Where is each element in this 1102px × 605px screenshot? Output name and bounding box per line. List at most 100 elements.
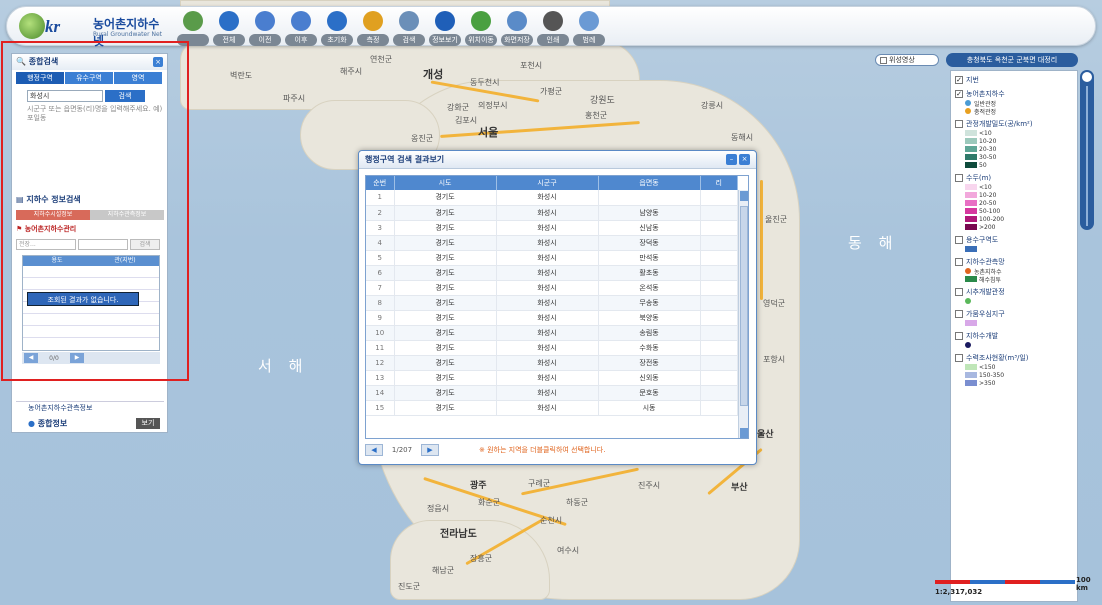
table-row[interactable]: 7 경기도 화성시 온석동 <box>366 280 739 296</box>
legend-layer-toggle[interactable]: 지하수개발 <box>955 330 1077 341</box>
toolbar-button-2[interactable]: 이전 <box>247 9 283 46</box>
table-row[interactable]: 13 경기도 화성시 신외동 <box>366 370 739 386</box>
map-icon <box>183 11 203 31</box>
checkbox-icon[interactable] <box>955 257 963 266</box>
legend-layer-toggle[interactable]: 가뭄우심지구 <box>955 308 1077 319</box>
map-label-place: 전라남도 <box>440 529 477 540</box>
toolbar-button-10[interactable]: 인쇄 <box>535 9 571 46</box>
next-page-button[interactable]: ▶ <box>421 444 439 456</box>
table-cell: 문호동 <box>598 385 701 401</box>
map-label-place: 강릉시 <box>701 101 724 110</box>
table-cell <box>598 190 701 206</box>
table-header-cell[interactable]: 시군구 <box>496 176 599 190</box>
table-row[interactable]: 11 경기도 화성시 수화동 <box>366 340 739 356</box>
table-row[interactable]: 14 경기도 화성시 문호동 <box>366 385 739 401</box>
checkbox-icon[interactable] <box>955 287 963 296</box>
legend-layer-toggle[interactable]: 용수구역도 <box>955 234 1077 245</box>
table-row[interactable]: 9 경기도 화성시 북양동 <box>366 310 739 326</box>
table-header-cell[interactable]: 순번 <box>366 176 395 190</box>
table-cell <box>700 235 739 251</box>
table-body: 1 경기도 화성시 2 경기도 화성시 남양동 3 경기도 화성시 신남동 4 경기도 화성시 장덕동 5 경기… <box>366 190 739 416</box>
globe-icon <box>219 11 239 31</box>
table-row[interactable]: 1 경기도 화성시 <box>366 190 739 206</box>
legend-layer-toggle[interactable]: 관정개발밀도(공/km²) <box>955 118 1077 129</box>
table-row[interactable]: 4 경기도 화성시 장덕동 <box>366 235 739 251</box>
table-header-row: 순번 시도 시군구 읍면동 리 <box>366 176 739 190</box>
checkbox-icon[interactable] <box>955 331 963 340</box>
table-row[interactable]: 10 경기도 화성시 송림동 <box>366 325 739 341</box>
toolbar-button-8[interactable]: 위치이동 <box>463 9 499 46</box>
table-row[interactable]: 3 경기도 화성시 신남동 <box>366 220 739 236</box>
toolbar-button-0[interactable] <box>175 9 211 46</box>
map-label-place: 울산 <box>757 430 774 440</box>
table-cell <box>700 340 739 356</box>
zoom-slider[interactable] <box>1080 70 1094 230</box>
table-scrollbar[interactable] <box>738 190 748 438</box>
legend-layer-toggle[interactable]: 수두(m) <box>955 172 1077 183</box>
table-cell: 11 <box>366 340 395 356</box>
table-header-cell[interactable]: 읍면동 <box>598 176 701 190</box>
scroll-down-icon[interactable] <box>740 428 748 438</box>
toolbar-buttons: 전체 이전 이후 초기화 측정 검색 정보보기 위치이동 화면저장 인쇄 범례 <box>175 9 607 46</box>
checkbox-icon[interactable] <box>955 119 963 128</box>
prev-page-button[interactable]: ◀ <box>365 444 383 456</box>
legend-layer-toggle[interactable]: 지하수관측망 <box>955 256 1077 267</box>
checkbox-icon[interactable] <box>955 353 963 362</box>
map-label-place: 가평군 <box>540 87 563 96</box>
table-cell: 신남동 <box>598 220 701 236</box>
satellite-toggle[interactable]: 위성영상 <box>875 54 939 66</box>
scale-bar <box>935 580 1075 584</box>
table-row[interactable]: 8 경기도 화성시 무송동 <box>366 295 739 311</box>
map-label-place: 의정부시 <box>478 101 508 110</box>
legend-swatch <box>965 380 977 386</box>
view-button[interactable]: 보기 <box>136 418 160 429</box>
legend-layer-toggle[interactable]: ✓ 지번 <box>955 74 1077 85</box>
toolbar-button-3[interactable]: 이후 <box>283 9 319 46</box>
table-cell <box>700 190 739 206</box>
map-label-place: 동두천시 <box>470 78 500 87</box>
zoom-knob[interactable] <box>1082 72 1092 82</box>
checkbox-checked-icon[interactable]: ✓ <box>955 89 963 98</box>
toolbar-button-11[interactable]: 범례 <box>571 9 607 46</box>
legend-swatch <box>965 130 977 136</box>
toolbar-button-4[interactable]: 초기화 <box>319 9 355 46</box>
close-icon[interactable]: × <box>739 154 750 165</box>
toolbar-button-1[interactable]: 전체 <box>211 9 247 46</box>
table-row[interactable]: 2 경기도 화성시 남양동 <box>366 205 739 221</box>
legend-dot-icon <box>965 342 971 348</box>
checkbox-checked-icon[interactable]: ✓ <box>955 75 963 84</box>
toolbar-button-7[interactable]: 정보보기 <box>427 9 463 46</box>
legend-item-label: <10 <box>979 129 992 137</box>
table-row[interactable]: 6 경기도 화성시 활초동 <box>366 265 739 281</box>
app-logo[interactable]: kr 농어촌지하수넷 Rural Groundwater Net <box>19 13 169 48</box>
checkbox-icon[interactable] <box>955 173 963 182</box>
legend-item-label: 100-200 <box>979 215 1005 223</box>
table-row[interactable]: 15 경기도 화성시 시동 <box>366 400 739 416</box>
legend-layer-toggle[interactable]: ✓ 농어촌지하수 <box>955 88 1077 99</box>
zoom-track[interactable] <box>1086 86 1088 226</box>
checkbox-icon[interactable] <box>955 235 963 244</box>
toolbar-button-5[interactable]: 측정 <box>355 9 391 46</box>
integrated-info-row: ● 종합정보 보기 <box>16 417 164 431</box>
legend-layer-title: 시추개발관정 <box>966 287 1005 296</box>
scroll-thumb[interactable] <box>740 206 748 406</box>
map-label-place: 화순군 <box>478 498 501 507</box>
toolbar-button-label: 초기화 <box>321 34 353 46</box>
table-header-cell[interactable]: 시도 <box>394 176 497 190</box>
table-row[interactable]: 12 경기도 화성시 장전동 <box>366 355 739 371</box>
table-row[interactable]: 5 경기도 화성시 만석동 <box>366 250 739 266</box>
table-header-cell[interactable]: 리 <box>700 176 739 190</box>
minimize-icon[interactable]: – <box>726 154 737 165</box>
observation-info-link[interactable]: 농어촌지하수관측정보 <box>16 401 164 413</box>
legend-swatch <box>965 138 977 144</box>
legend-swatch <box>965 364 977 370</box>
table-cell: 14 <box>366 385 395 401</box>
legend-layer-toggle[interactable]: 시추개발관정 <box>955 286 1077 297</box>
toolbar-button-6[interactable]: 검색 <box>391 9 427 46</box>
checkbox-icon[interactable] <box>955 309 963 318</box>
legend-group: 지하수관측망 농촌지하수 해수침투 <box>955 256 1077 284</box>
scroll-up-icon[interactable] <box>740 191 748 201</box>
toolbar-button-9[interactable]: 화면저장 <box>499 9 535 46</box>
legend-swatch <box>965 200 977 206</box>
legend-layer-toggle[interactable]: 수력조사현황(m³/일) <box>955 352 1077 363</box>
